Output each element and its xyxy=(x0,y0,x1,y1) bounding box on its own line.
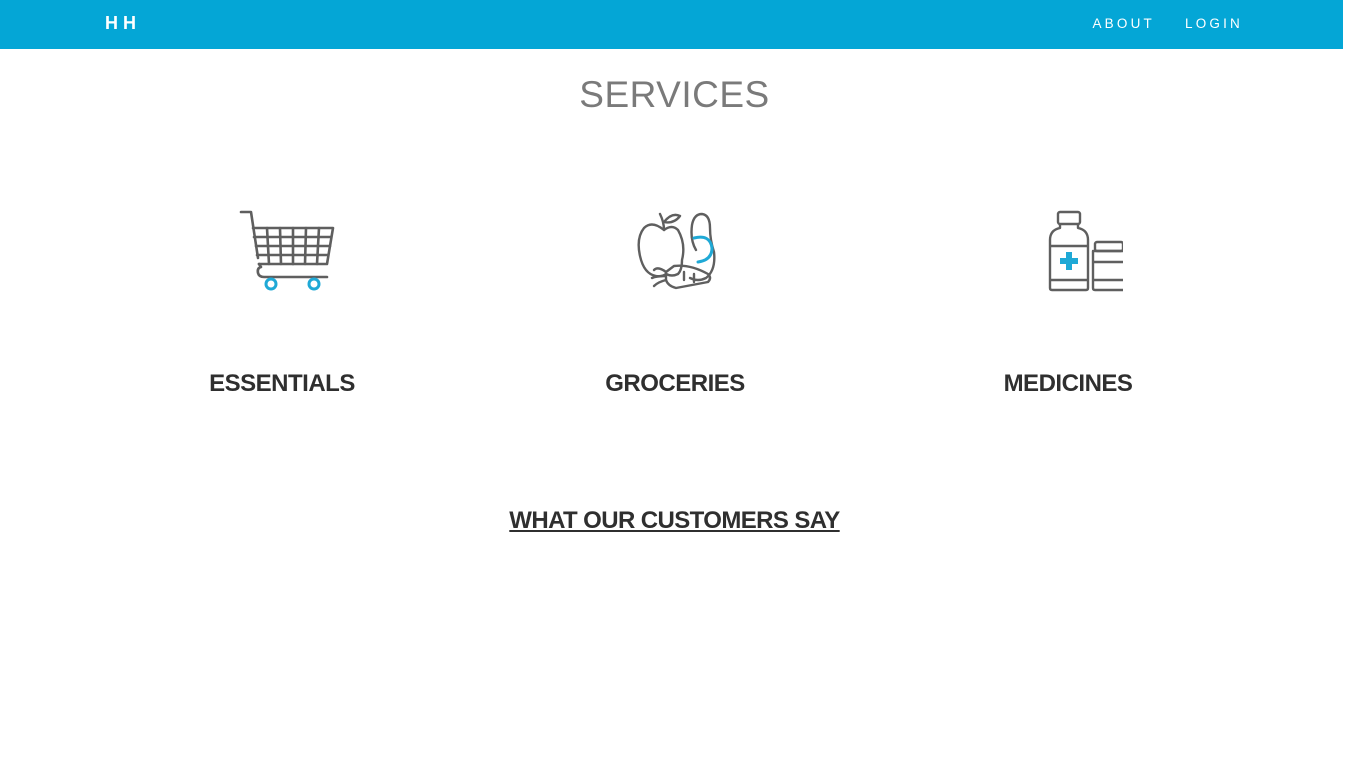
nav-link-login[interactable]: LOGIN xyxy=(1185,16,1243,31)
nav-links: ABOUT LOGIN xyxy=(1092,16,1243,31)
brand-logo-link[interactable]: HH xyxy=(105,13,141,34)
service-label-groceries: GROCERIES xyxy=(605,370,745,397)
groceries-icon xyxy=(637,212,716,290)
shopping-cart-icon xyxy=(239,210,335,291)
service-label-medicines: MEDICINES xyxy=(1003,370,1133,397)
testimonials-heading: WHAT OUR CUSTOMERS SAY xyxy=(509,507,840,534)
nav-link-about[interactable]: ABOUT xyxy=(1092,16,1155,31)
service-label-essentials: ESSENTIALS xyxy=(209,370,355,397)
medicine-bottles-icon xyxy=(1048,210,1123,292)
top-navbar: HH ABOUT LOGIN xyxy=(0,0,1343,49)
page: HH ABOUT LOGIN SERVICES ESSENTIALS GROCE… xyxy=(0,0,1366,768)
services-heading: SERVICES xyxy=(579,74,770,115)
service-essentials: ESSENTIALS xyxy=(132,200,432,397)
service-medicines: MEDICINES xyxy=(918,200,1218,397)
service-groceries: GROCERIES xyxy=(525,200,825,397)
